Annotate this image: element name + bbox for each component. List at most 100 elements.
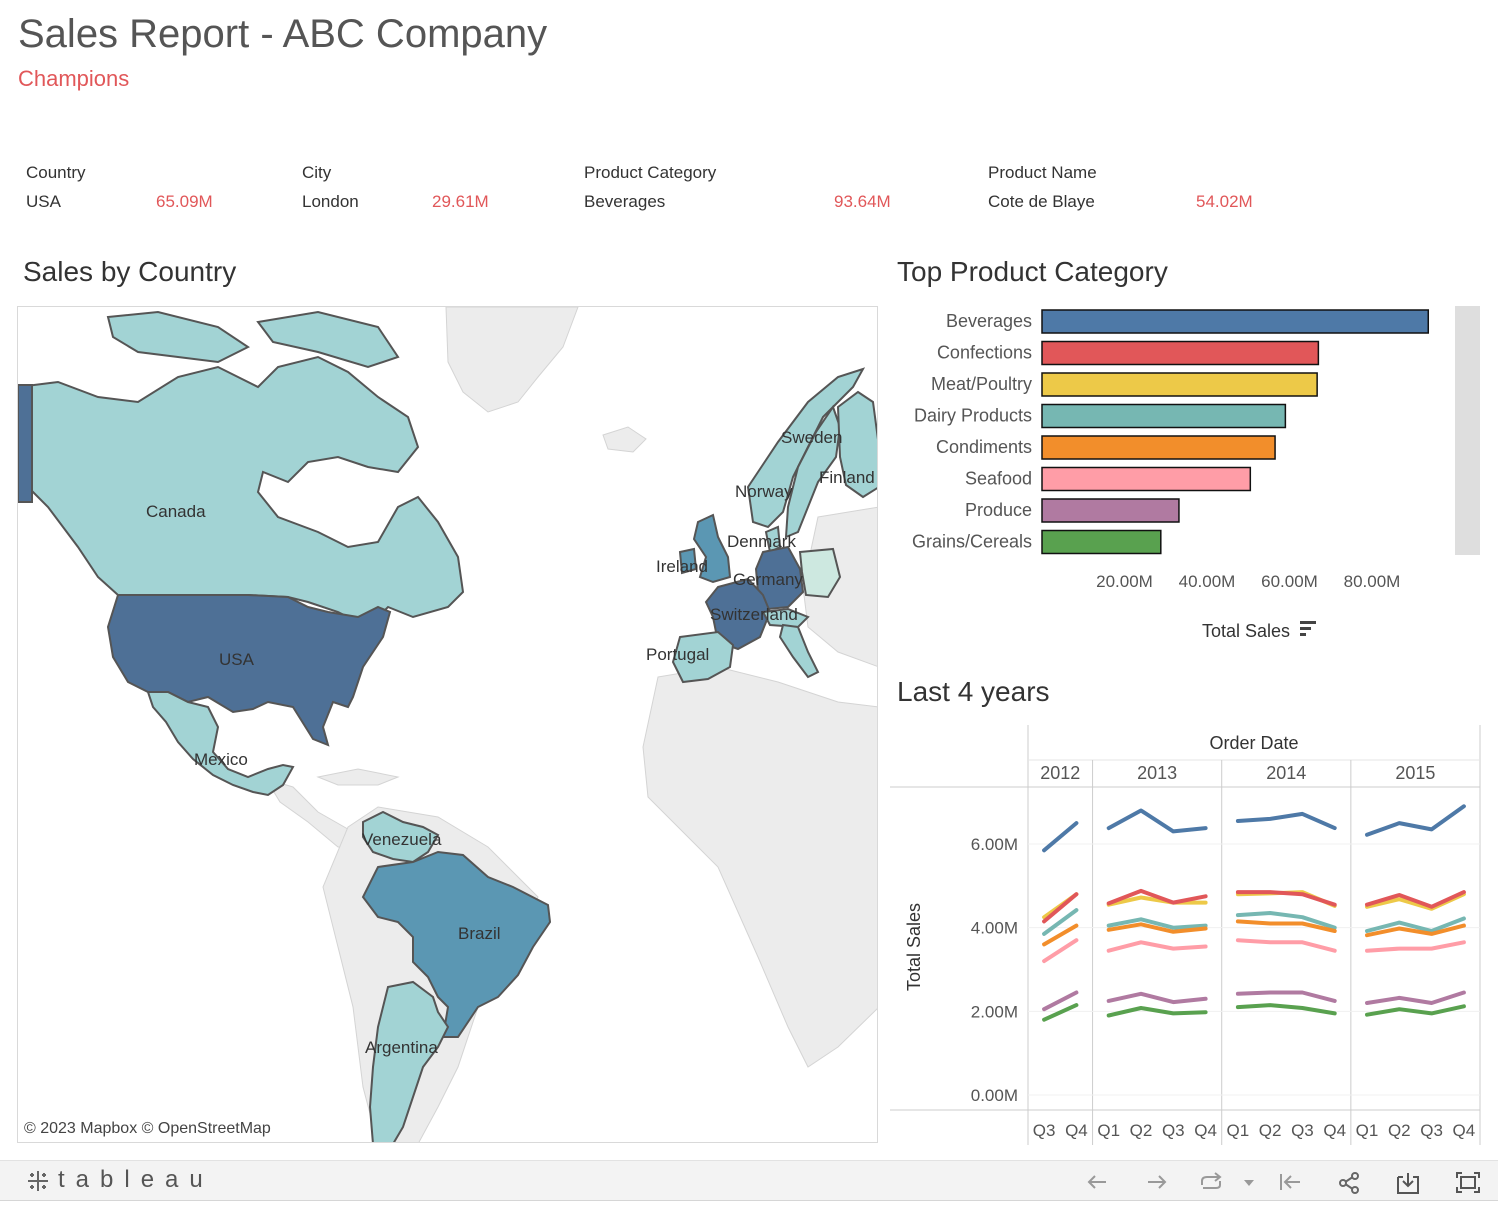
line-series[interactable] — [1042, 892, 1079, 924]
map-label-venezuela: Venezuela — [362, 830, 442, 849]
map-label-sweden: Sweden — [781, 428, 842, 447]
country-mexico[interactable] — [146, 691, 295, 797]
bar[interactable] — [1041, 340, 1320, 366]
dropdown-icon[interactable] — [1234, 1167, 1264, 1197]
kpi-city-label: City — [302, 163, 332, 182]
line-quarter-label: Q2 — [1130, 1121, 1153, 1140]
bar[interactable] — [1041, 372, 1318, 397]
line-quarter-label: Q1 — [1356, 1121, 1379, 1140]
kpi-category-name: Beverages — [584, 192, 666, 211]
bar[interactable] — [1041, 435, 1276, 460]
country-italy[interactable] — [778, 623, 820, 679]
kpi-category-value: 93.64M — [834, 192, 891, 211]
line-y-tick: 0.00M — [971, 1086, 1018, 1105]
bar-x-tick: 60.00M — [1261, 572, 1318, 591]
line-series[interactable] — [1106, 940, 1208, 953]
undo-icon[interactable] — [1082, 1167, 1112, 1197]
bar-category-label: Produce — [965, 500, 1032, 520]
line-y-tick: 4.00M — [971, 919, 1018, 938]
sort-icon[interactable] — [1300, 621, 1316, 636]
line-series[interactable] — [1235, 990, 1337, 1003]
map-label-portugal: Portugal — [646, 645, 709, 664]
africa-land — [642, 666, 877, 1068]
line-column-header: Order Date — [1209, 733, 1298, 753]
line-series[interactable] — [1042, 821, 1079, 853]
line-quarter-label: Q2 — [1259, 1121, 1282, 1140]
bar-chart-title: Top Product Category — [897, 256, 1168, 287]
kpi-category-label: Product Category — [584, 163, 717, 182]
redo-icon[interactable] — [1142, 1167, 1172, 1197]
line-series[interactable] — [1365, 804, 1466, 837]
bar-x-axis-label: Total Sales — [1202, 621, 1290, 641]
bar-category-label: Grains/Cereals — [912, 532, 1032, 552]
bar-x-tick: 80.00M — [1344, 572, 1401, 591]
line-series[interactable] — [1106, 808, 1208, 834]
bar-category-label: Meat/Poultry — [931, 374, 1032, 394]
bar-category-label: Beverages — [946, 311, 1032, 331]
line-series[interactable] — [1235, 890, 1337, 907]
map-label-ireland: Ireland — [656, 557, 708, 576]
bar[interactable] — [1041, 466, 1252, 492]
bar-category-label: Confections — [937, 343, 1032, 363]
bar[interactable] — [1041, 498, 1180, 523]
fullscreen-icon[interactable] — [1453, 1167, 1483, 1197]
bar[interactable] — [1041, 309, 1430, 334]
sales-map[interactable]: Canada USA Mexico Venezuela Brazil Argen… — [17, 306, 878, 1143]
line-quarter-label: Q4 — [1065, 1121, 1088, 1140]
tableau-logo-text[interactable]: tableau — [58, 1166, 214, 1194]
country-canada[interactable] — [18, 355, 465, 629]
map-label-norway: Norway — [735, 482, 793, 501]
map-label-switzerland: Switzerland — [710, 605, 798, 624]
greenland-land — [445, 307, 579, 413]
line-series[interactable] — [1106, 1006, 1208, 1018]
map-title: Sales by Country — [23, 256, 237, 287]
caribbean-land — [316, 768, 400, 786]
page-subtitle: Champions — [18, 66, 130, 91]
bar[interactable] — [1041, 403, 1287, 429]
tableau-toolbar: tableau — [0, 1160, 1498, 1201]
country-usa-alaska[interactable] — [18, 384, 33, 503]
line-series[interactable] — [1365, 1004, 1466, 1017]
map-label-mexico: Mexico — [194, 750, 248, 769]
kpi-city-value: 29.61M — [432, 192, 489, 211]
map-attribution[interactable]: © 2023 Mapbox © OpenStreetMap — [24, 1120, 271, 1138]
kpi-product-value: 54.02M — [1196, 192, 1253, 211]
line-series[interactable] — [1235, 1003, 1337, 1016]
line-series[interactable] — [1235, 938, 1337, 953]
map-label-brazil: Brazil — [458, 924, 501, 943]
map-label-argentina: Argentina — [365, 1038, 438, 1057]
line-chart[interactable]: Order Date Total Sales 0.00M 2.00M 4.00M 6.… — [890, 725, 1490, 1145]
map-label-germany: Germany — [733, 570, 803, 589]
share-icon[interactable] — [1334, 1167, 1364, 1197]
line-y-tick: 2.00M — [971, 1002, 1018, 1021]
canada-arctic-islands[interactable] — [106, 310, 400, 369]
line-quarter-label: Q4 — [1194, 1121, 1217, 1140]
bar-chart-scrollbar[interactable] — [1455, 306, 1480, 555]
revert-icon[interactable] — [1196, 1167, 1226, 1197]
bar-x-tick: 40.00M — [1179, 572, 1236, 591]
line-series[interactable] — [1365, 990, 1466, 1005]
kpi-product-name: Cote de Blaye — [988, 192, 1095, 211]
bar-chart[interactable]: Beverages Confections Meat/Poultry Dairy Pr… — [890, 300, 1490, 650]
line-series[interactable] — [1106, 991, 1208, 1005]
download-icon[interactable] — [1393, 1167, 1423, 1197]
kpi-country-label: Country — [26, 163, 86, 182]
reset-icon[interactable] — [1275, 1167, 1305, 1197]
map-label-usa: USA — [219, 650, 255, 669]
line-series[interactable] — [1365, 940, 1466, 953]
line-quarter-label: Q4 — [1323, 1121, 1346, 1140]
line-series[interactable] — [1235, 811, 1337, 831]
tableau-logo-icon — [28, 1171, 48, 1191]
country-usa[interactable] — [106, 594, 392, 747]
line-quarter-label: Q4 — [1453, 1121, 1476, 1140]
map-label-denmark: Denmark — [727, 532, 796, 551]
kpi-product-label: Product Name — [988, 163, 1097, 182]
bar-category-label: Dairy Products — [914, 406, 1032, 426]
line-year-header: 2014 — [1266, 763, 1306, 783]
line-quarter-label: Q3 — [1420, 1121, 1443, 1140]
bar-category-label: Condiments — [936, 437, 1032, 457]
bar[interactable] — [1041, 529, 1162, 555]
line-quarter-label: Q1 — [1227, 1121, 1250, 1140]
line-y-axis-label: Total Sales — [904, 903, 924, 991]
iceland-land — [602, 426, 647, 453]
